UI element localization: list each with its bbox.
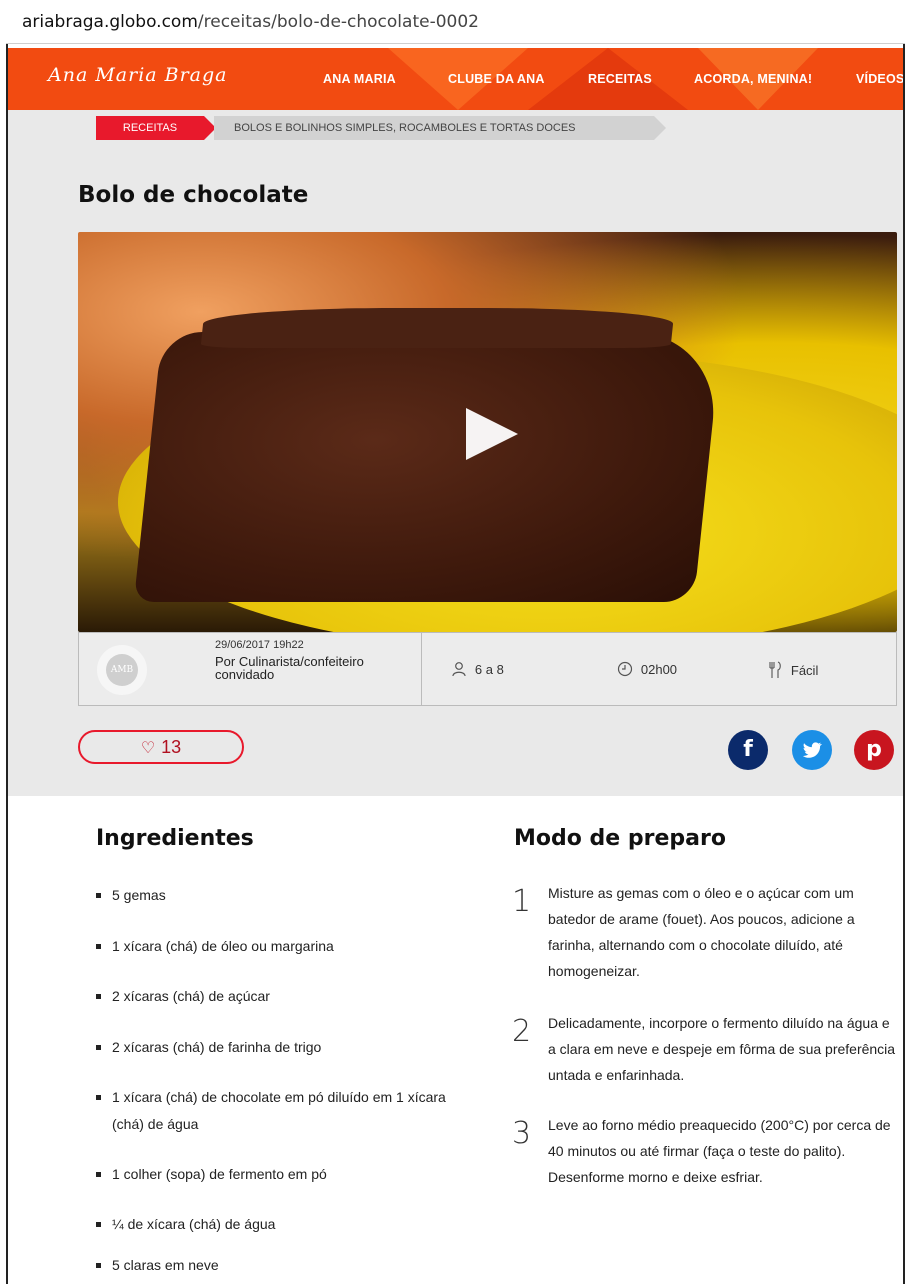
twitter-icon bbox=[801, 737, 823, 762]
twitter-share-button[interactable] bbox=[792, 730, 832, 770]
like-button[interactable]: ♡ 13 bbox=[78, 730, 244, 764]
page-title: Bolo de chocolate bbox=[78, 182, 309, 208]
pinterest-icon: p bbox=[866, 737, 882, 762]
utensils-icon bbox=[767, 661, 787, 678]
list-item: ¼ de xícara (chá) de água bbox=[96, 1211, 466, 1238]
servings-value: 6 a 8 bbox=[474, 662, 504, 677]
step-text: Delicadamente, incorpore o fermento dilu… bbox=[548, 1015, 896, 1083]
facebook-share-button[interactable]: f bbox=[728, 730, 768, 770]
step-number: 3 bbox=[512, 1116, 532, 1151]
heart-icon: ♡ bbox=[140, 740, 156, 757]
breadcrumb-subcategory[interactable]: BOLOS E BOLINHOS SIMPLES, ROCAMBOLES E T… bbox=[214, 116, 666, 140]
list-item: 2 xícaras (chá) de farinha de trigo bbox=[96, 1034, 466, 1061]
site-logo[interactable]: Ana Maria Braga bbox=[48, 64, 228, 86]
difficulty-value: Fácil bbox=[790, 663, 819, 678]
author-name: Por Culinarista/confeiteiro convidado bbox=[215, 654, 364, 682]
list-item: 1 colher (sopa) de fermento em pó bbox=[96, 1161, 466, 1188]
nav-item-clube-da-ana[interactable]: CLUBE DA ANA bbox=[448, 72, 545, 86]
list-item: 5 claras em neve bbox=[96, 1252, 466, 1279]
nav-item-ana-maria[interactable]: ANA MARIA bbox=[323, 72, 396, 86]
top-nav: Ana Maria Braga ANA MARIA CLUBE DA ANA R… bbox=[8, 48, 903, 110]
avatar: AMB bbox=[97, 645, 147, 695]
list-item: 1 xícara (chá) de chocolate em pó diluíd… bbox=[96, 1084, 456, 1138]
recipe-meta: AMB 29/06/2017 19h22 Por Culinarista/con… bbox=[78, 632, 897, 706]
recipe-header: Ana Maria Braga ANA MARIA CLUBE DA ANA R… bbox=[8, 48, 903, 796]
facebook-icon: f bbox=[743, 737, 753, 762]
pinterest-share-button[interactable]: p bbox=[854, 730, 894, 770]
nav-item-acorda-menina[interactable]: ACORDA, MENINA! bbox=[694, 72, 812, 86]
list-item: 2 xícaras (chá) de açúcar bbox=[96, 983, 466, 1010]
publish-date: 29/06/2017 19h22 bbox=[215, 639, 304, 651]
address-bar[interactable]: ariabraga.globo.com/receitas/bolo-de-cho… bbox=[6, 0, 905, 44]
meta-divider bbox=[421, 633, 422, 705]
list-item: 1 xícara (chá) de óleo ou margarina bbox=[96, 933, 466, 960]
like-count: 13 bbox=[161, 737, 182, 757]
user-icon bbox=[451, 661, 471, 677]
step-number: 2 bbox=[512, 1014, 532, 1049]
servings-info: 6 a 8 bbox=[451, 661, 504, 677]
nav-item-videos[interactable]: VÍDEOS bbox=[856, 72, 903, 86]
recipe-video[interactable] bbox=[78, 232, 897, 632]
ingredients-title: Ingredientes bbox=[96, 826, 254, 851]
url-text[interactable]: ariabraga.globo.com/receitas/bolo-de-cho… bbox=[22, 12, 479, 32]
cake-image bbox=[133, 332, 723, 602]
nav-item-receitas[interactable]: RECEITAS bbox=[588, 72, 652, 86]
step-text: Leve ao forno médio preaquecido (200°C) … bbox=[548, 1117, 891, 1185]
breadcrumb-category[interactable]: RECEITAS bbox=[96, 116, 216, 140]
step-number: 1 bbox=[512, 884, 532, 919]
avatar-initials: AMB bbox=[106, 654, 138, 686]
list-item: 5 gemas bbox=[96, 882, 466, 909]
clock-icon bbox=[617, 661, 637, 677]
step-text: Misture as gemas com o óleo e o açúcar c… bbox=[548, 885, 855, 979]
time-value: 02h00 bbox=[640, 662, 678, 677]
preparation-title: Modo de preparo bbox=[514, 826, 726, 851]
play-icon[interactable] bbox=[466, 408, 518, 460]
difficulty-info: Fácil bbox=[767, 661, 818, 679]
time-info: 02h00 bbox=[617, 661, 677, 677]
